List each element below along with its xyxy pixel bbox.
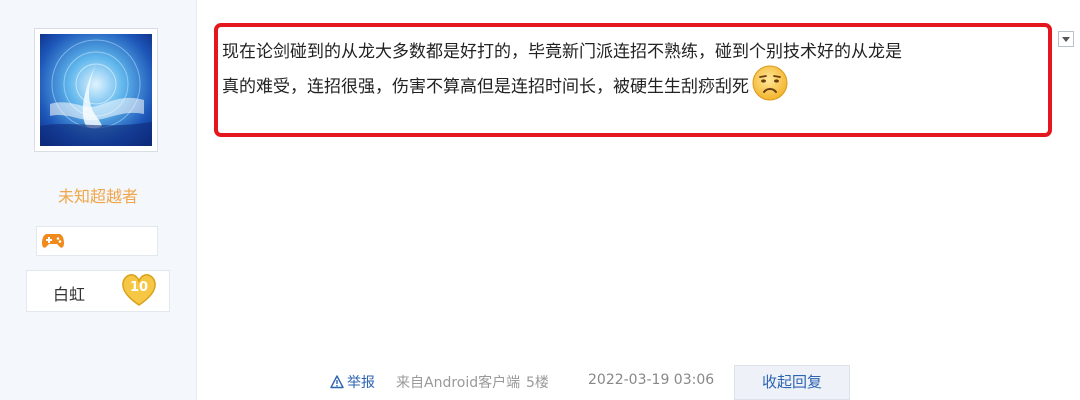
post-body: 现在论剑碰到的从龙大多数都是好打的，毕竟新门派连招不熟练，碰到个别技术好的从龙是… [222, 36, 1042, 106]
game-badge[interactable] [36, 226, 158, 256]
level-title: 白虹 [53, 285, 86, 304]
level-badge: 10 [121, 273, 157, 307]
frowning-face-emoji-icon [752, 65, 788, 101]
chevron-down-icon [1062, 37, 1070, 42]
post-text-line-2: 真的难受，连招很强，伤害不算高但是连招时间长，被硬生生刮痧刮死 [222, 65, 1042, 106]
report-label: 举报 [347, 375, 375, 391]
avatar-image [40, 34, 152, 146]
post-content-area: 现在论剑碰到的从龙大多数都是好打的，毕竟新门派连招不熟练，碰到个别技术好的从龙是… [196, 0, 1080, 400]
floor-number: 5楼 [526, 375, 549, 391]
gamepad-icon [42, 234, 64, 248]
post-menu-button[interactable] [1058, 31, 1074, 47]
level-number: 10 [129, 280, 149, 295]
collapse-replies-button[interactable]: 收起回复 [734, 365, 850, 400]
username[interactable]: 未知超越者 [0, 183, 196, 207]
avatar[interactable] [34, 28, 158, 152]
warning-icon [330, 375, 344, 389]
post-text-line: 真的难受，连招很强，伤害不算高但是连招时间长，被硬生生刮痧刮死 [222, 77, 749, 97]
post-text-line: 现在论剑碰到的从龙大多数都是好打的，毕竟新门派连招不熟练，碰到个别技术好的从龙是 [222, 42, 902, 62]
forum-post: 未知超越者 白虹 10 现在论剑碰到的从龙大多数都是好打的，毕竟新门派连招不熟练… [0, 0, 1080, 400]
user-level[interactable]: 白虹 10 [26, 270, 170, 312]
user-info-panel: 未知超越者 白虹 10 [0, 0, 197, 400]
post-source[interactable]: 来自Android客户端 [396, 372, 520, 392]
report-link[interactable]: 举报 [330, 372, 375, 392]
post-timestamp: 2022-03-19 03:06 [588, 372, 715, 388]
